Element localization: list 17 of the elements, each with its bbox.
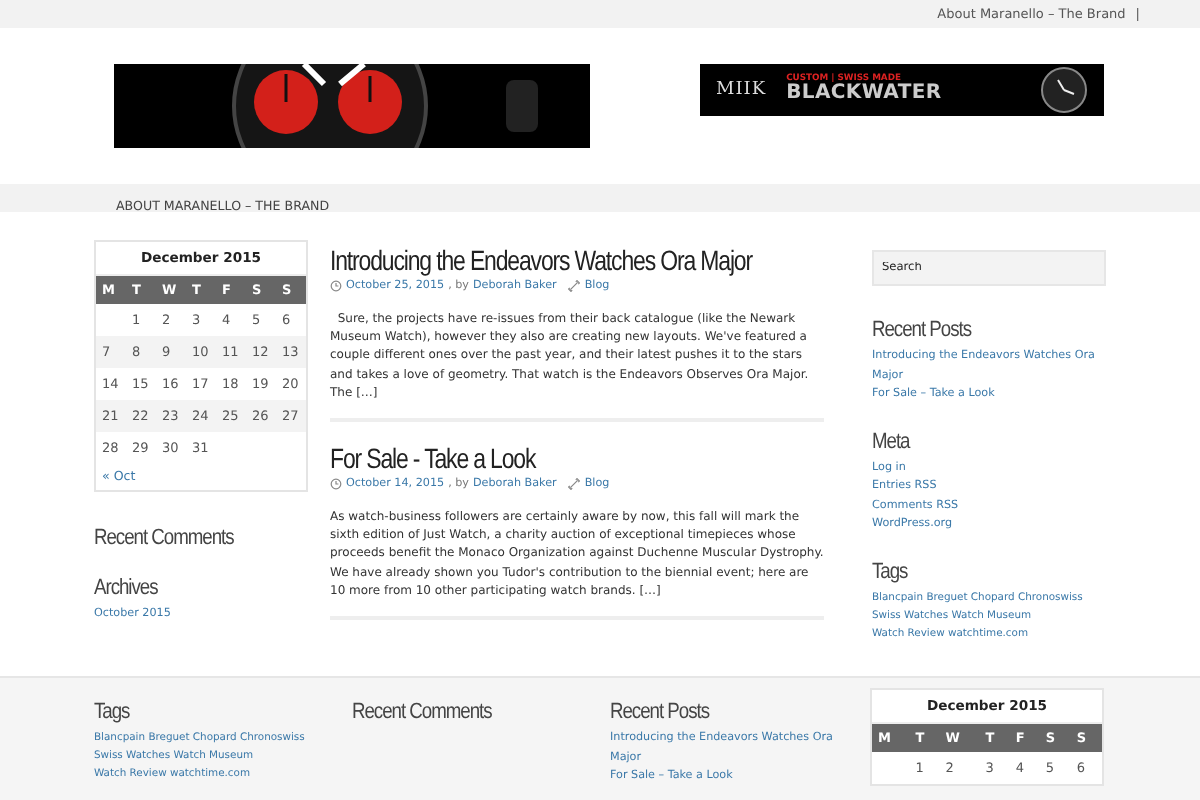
post-title[interactable]: For Sale - Take a Look (330, 442, 536, 475)
widget-title: Recent Comments (352, 698, 492, 726)
widget-title: Tags (872, 557, 908, 585)
widget-title: Recent Comments (94, 524, 234, 552)
widget-title: Recent Posts (872, 316, 971, 344)
clock-icon (330, 280, 342, 292)
widget-title: Meta (872, 427, 910, 455)
clock-icon (330, 478, 342, 491)
link-icon (568, 280, 581, 292)
widget-title: Tags (94, 698, 130, 726)
widget-title: Archives (94, 574, 158, 602)
banner-brand: MIIK (716, 80, 767, 100)
banner-product-name: BLACKWATER (786, 84, 942, 105)
post-title[interactable]: Introducing the Endeavors Watches Ora Major (330, 244, 752, 276)
wristwatch-icon (1040, 66, 1088, 114)
widget-title: Recent Posts (610, 698, 709, 726)
link-icon (568, 478, 581, 491)
